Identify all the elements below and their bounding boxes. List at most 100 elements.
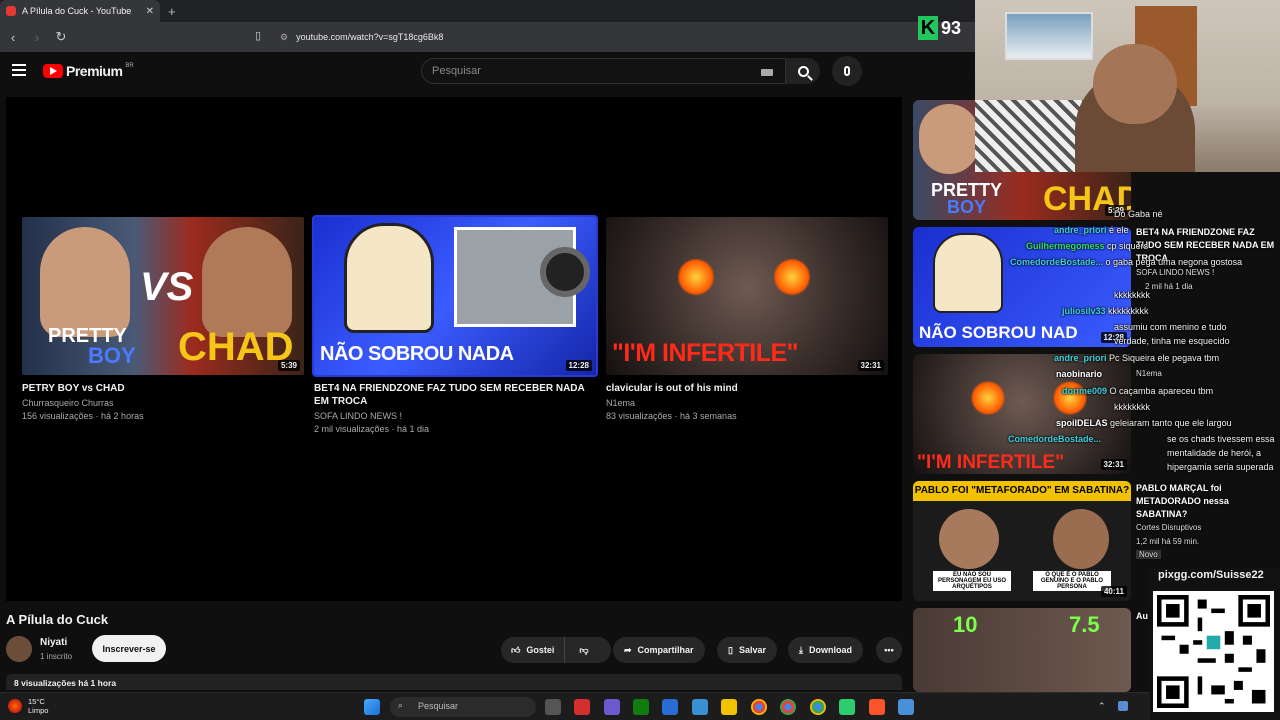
bookmark-icon[interactable]: ▯ <box>255 29 261 42</box>
xbox-icon[interactable] <box>633 699 649 715</box>
dislike-button[interactable]: 👎︎ <box>571 645 596 656</box>
duration-badge: 32:31 <box>857 360 884 371</box>
browser-tabbar: A Pílula do Cuck - YouTube ✕ + <box>0 0 975 22</box>
suggested-video[interactable]: 10 7.5 <box>913 608 1131 692</box>
close-tab-icon[interactable]: ✕ <box>146 6 154 17</box>
chrome-icon[interactable] <box>810 699 826 715</box>
like-button[interactable]: 👍︎ Gostei <box>501 637 566 663</box>
weather-icon <box>8 699 22 713</box>
task-view-icon[interactable] <box>545 699 561 715</box>
endscreen-thumbnail[interactable]: NÃO SOBROU NADA 12:28 <box>312 215 598 377</box>
endscreen-card[interactable]: "I'M INFERTILE" 32:31 clavicular is out … <box>606 217 888 423</box>
weather-condition: Limpo <box>28 706 49 715</box>
subscribe-button[interactable]: Inscrever-se <box>92 635 166 662</box>
video-meta: 2 mil visualizações · há 1 dia <box>314 424 430 434</box>
obs-icon[interactable] <box>839 699 855 715</box>
chat-message: Guilhermegomess cp siquers <box>1026 241 1149 251</box>
video-title[interactable]: PETRY BOY vs CHAD <box>22 382 304 395</box>
vpn-icon[interactable] <box>604 699 620 715</box>
tray-chevron-icon[interactable]: ⌃ <box>1098 701 1106 712</box>
search-input[interactable]: Pesquisar <box>421 58 786 84</box>
app-icon[interactable] <box>574 699 590 715</box>
app-icon[interactable] <box>692 699 708 715</box>
chrome-icon[interactable] <box>751 699 767 715</box>
reload-icon[interactable]: ↻ <box>54 29 68 45</box>
tab-title: A Pílula do Cuck - YouTube <box>22 6 132 16</box>
file-explorer-icon[interactable] <box>721 699 737 715</box>
app-icon[interactable] <box>898 699 914 715</box>
forward-icon[interactable]: › <box>30 30 44 45</box>
windows-taskbar: 15°C Limpo ⌕ Pesquisar ⌃ <box>0 692 1150 720</box>
channel-name[interactable]: SOFA LINDO NEWS ! <box>314 410 596 423</box>
more-actions-button[interactable]: ••• <box>876 637 902 663</box>
voice-search-button[interactable] <box>832 56 862 86</box>
endscreen-thumbnail[interactable]: "I'M INFERTILE" 32:31 <box>606 217 888 375</box>
video-player[interactable]: VS PRETTY BOY CHAD 5:39 PETRY BOY vs CHA… <box>6 97 902 601</box>
site-info-icon[interactable]: ⚙ <box>280 32 288 43</box>
endscreen-card[interactable]: NÃO SOBROU NADA 12:28 BET4 NA FRIENDZONE… <box>312 215 598 436</box>
video-title-main: A Pílula do Cuck <box>6 612 109 627</box>
keyboard-icon[interactable] <box>761 69 773 76</box>
streamer-face <box>1093 44 1177 124</box>
thumb-cartoon-woman <box>933 233 1003 313</box>
tray-icon[interactable] <box>1118 701 1128 711</box>
thumb-score-right: 7.5 <box>1069 612 1100 637</box>
temperature: 15°C <box>28 697 45 706</box>
taskbar-search-label: Pesquisar <box>418 701 459 711</box>
weather-widget[interactable]: 15°C Limpo <box>8 697 48 715</box>
chat-message: assumiu com menino e tudo verdade, tinha… <box>1114 322 1230 346</box>
search-button[interactable] <box>786 58 820 84</box>
save-button[interactable]: ▯ Salvar <box>717 637 777 663</box>
url-text: youtube.com/watch?v=sgT18cg6Bk8 <box>296 32 444 42</box>
new-badge: Novo <box>1136 550 1161 559</box>
chat-message: kkkkkkkk <box>1114 402 1150 412</box>
windows-start-icon[interactable] <box>364 699 380 715</box>
more-icon: ••• <box>884 645 894 655</box>
kick-logo-icon: K <box>918 16 938 40</box>
chrome-icon[interactable] <box>780 699 796 715</box>
brave-icon[interactable] <box>869 699 885 715</box>
video-title[interactable]: clavicular is out of his mind <box>606 382 888 395</box>
thumb-face-right <box>1053 509 1109 569</box>
channel-name[interactable]: Churrasqueiro Churras <box>22 397 304 410</box>
subscriber-count: 1 inscrito <box>40 652 73 661</box>
description-box[interactable]: 8 visualizações há 1 hora <box>6 674 902 690</box>
new-tab-icon[interactable]: + <box>168 4 176 19</box>
save-label: Salvar <box>738 645 766 655</box>
back-icon[interactable]: ‹ <box>6 30 20 45</box>
thumb-boy-text: BOY <box>88 343 136 368</box>
endscreen-thumbnail[interactable]: VS PRETTY BOY CHAD 5:39 <box>22 217 304 375</box>
duration-badge: 12:28 <box>565 360 592 371</box>
search-placeholder: Pesquisar <box>432 65 481 77</box>
channel-name[interactable]: N1ema <box>606 397 888 410</box>
taskbar-search-icon: ⌕ <box>398 700 404 710</box>
thumb-flame-left <box>971 380 1005 416</box>
download-button[interactable]: ⤓ Download <box>788 637 863 663</box>
suggested-video[interactable]: PABLO FOI "METAFORADO" EM SABATINA? EU N… <box>913 481 1131 601</box>
suggested-title-5[interactable]: Au <box>1136 611 1148 621</box>
share-button[interactable]: ➦ Compartilhar <box>613 637 705 663</box>
thumb-cartoon-woman <box>344 223 434 333</box>
thumb-flame-right <box>774 257 810 297</box>
video-title[interactable]: BET4 NA FRIENDZONE FAZ TUDO SEM RECEBER … <box>314 382 596 408</box>
channel-name-main[interactable]: Niyati <box>40 637 67 648</box>
thumb-caption: NÃO SOBROU NADA <box>320 343 514 365</box>
browser-tab[interactable]: A Pílula do Cuck - YouTube ✕ <box>0 0 160 22</box>
share-icon: ➦ <box>624 644 632 655</box>
thumb-vs-text: VS <box>140 265 194 309</box>
chat-message: kkkkkkkk <box>1114 290 1150 300</box>
youtube-play-icon <box>43 64 63 78</box>
thumb-face <box>919 104 979 174</box>
url-field[interactable]: ⚙ youtube.com/watch?v=sgT18cg6Bk8 <box>280 26 443 48</box>
youtube-header: Premium BR Pesquisar <box>0 52 975 92</box>
chat-message: ComedordeBostade... <box>1008 434 1102 444</box>
youtube-logo[interactable]: Premium BR <box>43 63 134 79</box>
channel-avatar[interactable] <box>6 636 32 662</box>
endscreen-card[interactable]: VS PRETTY BOY CHAD 5:39 PETRY BOY vs CHA… <box>22 217 304 423</box>
notepad-icon[interactable] <box>662 699 678 715</box>
suggested-title-4[interactable]: PABLO MARÇAL foi METADORADO nessa SABATI… <box>1136 482 1266 521</box>
logo-region: BR <box>125 63 134 69</box>
taskbar-search[interactable]: ⌕ Pesquisar <box>390 697 536 717</box>
thumb-caption: "I'M INFERTILE" <box>917 452 1065 473</box>
menu-icon[interactable] <box>12 64 26 76</box>
